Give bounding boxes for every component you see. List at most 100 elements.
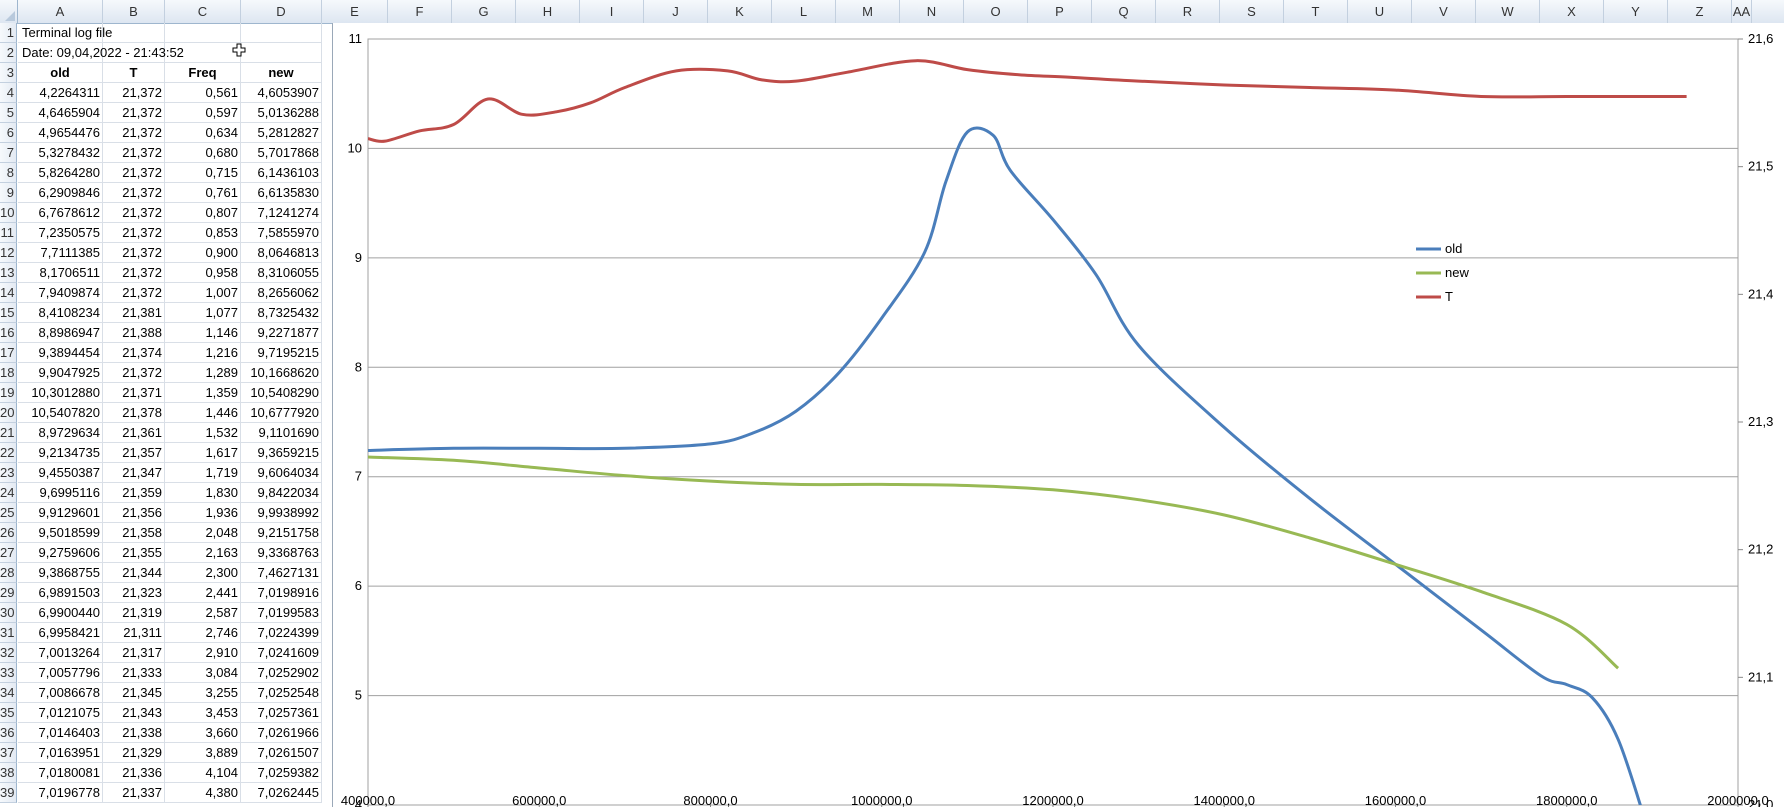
table-cell[interactable]: 4,104 <box>165 763 241 783</box>
table-cell[interactable]: 21,371 <box>103 383 165 403</box>
row-header-18[interactable]: 18 <box>0 363 17 383</box>
sheet-title[interactable]: Terminal log file <box>18 23 112 43</box>
table-cell[interactable]: 3,084 <box>165 663 241 683</box>
table-cell[interactable]: 21,344 <box>103 563 165 583</box>
column-header-n[interactable]: N <box>900 0 964 23</box>
table-cell[interactable]: 21,372 <box>103 123 165 143</box>
table-cell[interactable]: 5,7017868 <box>241 143 322 163</box>
table-cell[interactable]: 21,359 <box>103 483 165 503</box>
table-cell[interactable]: 9,3659215 <box>241 443 322 463</box>
row-header-5[interactable]: 5 <box>0 103 17 123</box>
table-cell[interactable]: 7,0262445 <box>241 783 322 803</box>
row-header-27[interactable]: 27 <box>0 543 17 563</box>
table-cell[interactable]: 3,255 <box>165 683 241 703</box>
table-cell[interactable]: 8,0646813 <box>241 243 322 263</box>
table-cell[interactable]: 4,9654476 <box>18 123 103 143</box>
table-cell[interactable]: 21,372 <box>103 163 165 183</box>
column-header-c[interactable]: C <box>165 0 241 23</box>
table-cell[interactable]: 7,0257361 <box>241 703 322 723</box>
table-cell[interactable]: 6,2909846 <box>18 183 103 203</box>
table-cell[interactable]: 9,5018599 <box>18 523 103 543</box>
table-cell[interactable]: 1,359 <box>165 383 241 403</box>
table-cell[interactable]: 2,441 <box>165 583 241 603</box>
table-cell[interactable]: 21,337 <box>103 783 165 803</box>
row-header-35[interactable]: 35 <box>0 703 17 723</box>
table-cell[interactable]: 0,761 <box>165 183 241 203</box>
row-header-25[interactable]: 25 <box>0 503 17 523</box>
table-cell[interactable]: 7,0146403 <box>18 723 103 743</box>
row-header-30[interactable]: 30 <box>0 603 17 623</box>
column-header-g[interactable]: G <box>452 0 516 23</box>
table-cell[interactable]: 3,889 <box>165 743 241 763</box>
table-cell[interactable]: 7,0196778 <box>18 783 103 803</box>
table-cell[interactable]: 7,4627131 <box>241 563 322 583</box>
table-cell[interactable]: 1,532 <box>165 423 241 443</box>
column-header-w[interactable]: W <box>1476 0 1540 23</box>
table-cell[interactable]: 21,372 <box>103 363 165 383</box>
column-header-t[interactable]: T <box>1284 0 1348 23</box>
column-header-o[interactable]: O <box>964 0 1028 23</box>
table-cell[interactable]: 6,9900440 <box>18 603 103 623</box>
empty-cell[interactable] <box>165 23 241 43</box>
row-header-23[interactable]: 23 <box>0 463 17 483</box>
table-cell[interactable]: 9,4550387 <box>18 463 103 483</box>
table-cell[interactable]: 9,1101690 <box>241 423 322 443</box>
table-cell[interactable]: 1,719 <box>165 463 241 483</box>
row-header-36[interactable]: 36 <box>0 723 17 743</box>
column-header-r[interactable]: R <box>1156 0 1220 23</box>
table-cell[interactable]: 0,634 <box>165 123 241 143</box>
table-cell[interactable]: 7,9409874 <box>18 283 103 303</box>
row-header-13[interactable]: 13 <box>0 263 17 283</box>
table-cell[interactable]: 0,900 <box>165 243 241 263</box>
table-cell[interactable]: 1,216 <box>165 343 241 363</box>
table-cell[interactable]: 9,2271877 <box>241 323 322 343</box>
table-cell[interactable]: 21,319 <box>103 603 165 623</box>
table-cell[interactable]: 10,1668620 <box>241 363 322 383</box>
table-cell[interactable]: 7,0057796 <box>18 663 103 683</box>
column-header-s[interactable]: S <box>1220 0 1284 23</box>
column-header-y[interactable]: Y <box>1604 0 1668 23</box>
row-header-38[interactable]: 38 <box>0 763 17 783</box>
table-cell[interactable]: 3,453 <box>165 703 241 723</box>
table-cell[interactable]: 6,9958421 <box>18 623 103 643</box>
table-cell[interactable]: 21,374 <box>103 343 165 363</box>
table-cell[interactable]: 21,357 <box>103 443 165 463</box>
table-cell[interactable]: 0,853 <box>165 223 241 243</box>
table-cell[interactable]: 0,807 <box>165 203 241 223</box>
table-cell[interactable]: 21,378 <box>103 403 165 423</box>
table-cell[interactable]: 21,338 <box>103 723 165 743</box>
table-cell[interactable]: 1,446 <box>165 403 241 423</box>
table-cell[interactable]: 9,9938992 <box>241 503 322 523</box>
table-cell[interactable]: 9,6064034 <box>241 463 322 483</box>
table-cell[interactable]: 8,9729634 <box>18 423 103 443</box>
table-cell[interactable]: 9,9129601 <box>18 503 103 523</box>
table-cell[interactable]: 8,1706511 <box>18 263 103 283</box>
row-header-3[interactable]: 3 <box>0 63 17 83</box>
table-cell[interactable]: 4,2264311 <box>18 83 103 103</box>
table-cell[interactable]: 21,372 <box>103 223 165 243</box>
column-heading-old[interactable]: old <box>18 63 103 83</box>
table-cell[interactable]: 4,6465904 <box>18 103 103 123</box>
table-cell[interactable]: 7,0241609 <box>241 643 322 663</box>
table-cell[interactable]: 7,0121075 <box>18 703 103 723</box>
table-cell[interactable]: 8,2656062 <box>241 283 322 303</box>
table-cell[interactable]: 2,300 <box>165 563 241 583</box>
table-cell[interactable]: 9,3868755 <box>18 563 103 583</box>
column-heading-T[interactable]: T <box>103 63 165 83</box>
column-header-p[interactable]: P <box>1028 0 1092 23</box>
table-cell[interactable]: 2,048 <box>165 523 241 543</box>
table-cell[interactable]: 7,0252902 <box>241 663 322 683</box>
table-cell[interactable]: 2,910 <box>165 643 241 663</box>
column-header-m[interactable]: M <box>836 0 900 23</box>
row-header-31[interactable]: 31 <box>0 623 17 643</box>
table-cell[interactable]: 7,0199583 <box>241 603 322 623</box>
table-cell[interactable]: 21,372 <box>103 263 165 283</box>
table-cell[interactable]: 5,8264280 <box>18 163 103 183</box>
table-cell[interactable]: 0,561 <box>165 83 241 103</box>
row-header-9[interactable]: 9 <box>0 183 17 203</box>
table-cell[interactable]: 21,355 <box>103 543 165 563</box>
table-cell[interactable]: 0,597 <box>165 103 241 123</box>
table-cell[interactable]: 21,372 <box>103 283 165 303</box>
column-header-f[interactable]: F <box>388 0 452 23</box>
select-all-corner[interactable] <box>0 0 18 23</box>
